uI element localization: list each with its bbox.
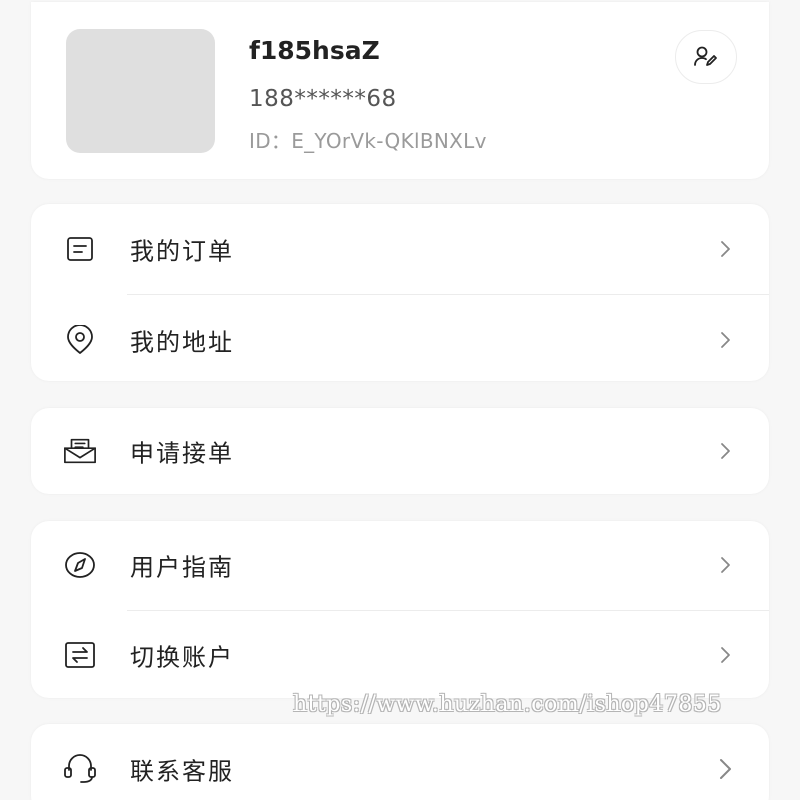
inbox-mail-icon bbox=[63, 434, 97, 468]
order-list-icon bbox=[63, 232, 97, 266]
menu-item-label: 申请接单 bbox=[130, 439, 234, 468]
profile-card: f185hsaZ 188******68 ID：E_YOrVk-QKlBNXLv bbox=[31, 2, 769, 179]
username: f185hsaZ bbox=[249, 36, 380, 65]
menu-group-apply: 申请接单 bbox=[31, 408, 769, 494]
menu-item-orders[interactable]: 我的订单 bbox=[31, 204, 769, 294]
menu-item-switch-account[interactable]: 切换账户 bbox=[31, 610, 769, 700]
avatar[interactable] bbox=[66, 29, 215, 153]
edit-profile-button[interactable] bbox=[675, 30, 737, 84]
compass-icon bbox=[63, 548, 97, 582]
phone-number: 188******68 bbox=[249, 86, 397, 112]
menu-item-contact-support[interactable]: 联系客服 bbox=[31, 724, 769, 800]
menu-item-user-guide[interactable]: 用户指南 bbox=[31, 520, 769, 610]
watermark: https://www.huzhan.com/ishop47855 bbox=[293, 692, 722, 717]
location-pin-icon bbox=[63, 323, 97, 357]
menu-item-label: 我的地址 bbox=[130, 328, 234, 357]
chevron-right-icon bbox=[717, 645, 733, 665]
chevron-right-icon bbox=[717, 759, 733, 779]
menu-item-address[interactable]: 我的地址 bbox=[31, 295, 769, 385]
menu-item-label: 我的订单 bbox=[130, 237, 234, 266]
chevron-right-icon bbox=[717, 239, 733, 259]
switch-account-icon bbox=[63, 638, 97, 672]
chevron-right-icon bbox=[717, 441, 733, 461]
menu-group-orders: 我的订单 我的地址 bbox=[31, 204, 769, 381]
menu-group-guide: 用户指南 切换账户 bbox=[31, 521, 769, 698]
menu-item-label: 切换账户 bbox=[130, 643, 234, 672]
menu-item-label: 用户指南 bbox=[130, 553, 234, 582]
menu-group-support: 联系客服 bbox=[31, 724, 769, 800]
chevron-right-icon bbox=[717, 555, 733, 575]
user-edit-icon bbox=[694, 46, 717, 66]
menu-item-label: 联系客服 bbox=[130, 757, 234, 786]
profile-page: f185hsaZ 188******68 ID：E_YOrVk-QKlBNXLv… bbox=[0, 0, 800, 800]
user-id: ID：E_YOrVk-QKlBNXLv bbox=[249, 129, 487, 153]
menu-item-apply-orders[interactable]: 申请接单 bbox=[31, 406, 769, 496]
chevron-right-icon bbox=[717, 330, 733, 350]
headset-icon bbox=[63, 752, 97, 786]
